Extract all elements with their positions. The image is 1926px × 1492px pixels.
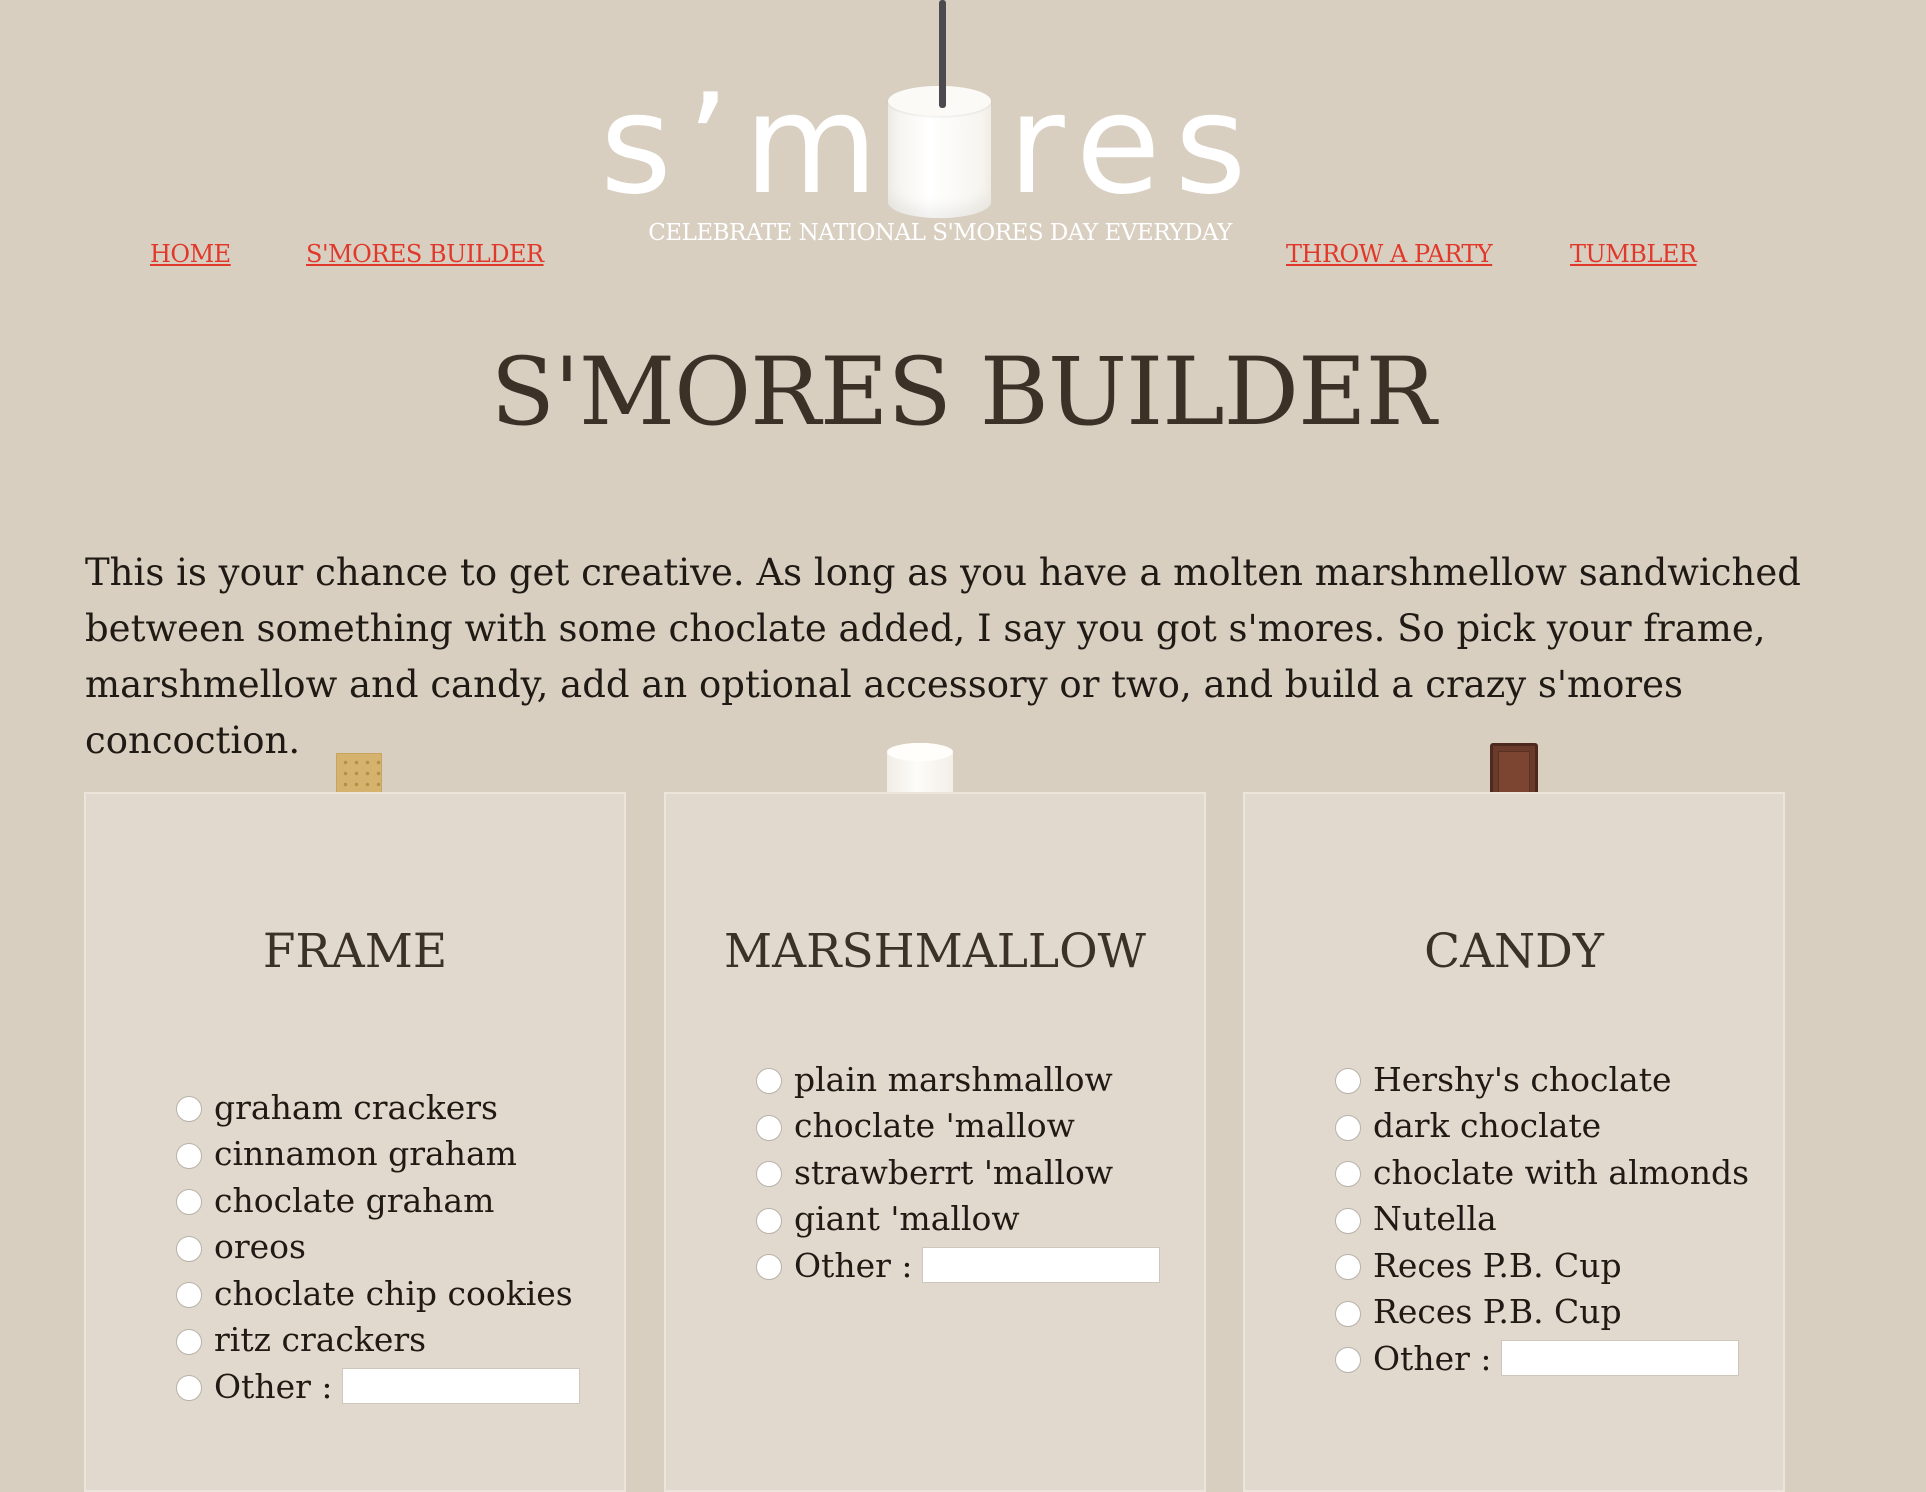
- radio-button[interactable]: [176, 1235, 202, 1262]
- radio-button[interactable]: [1335, 1114, 1361, 1141]
- marshmallow-option-label: giant 'mallow: [794, 1199, 1020, 1239]
- candy-option-label: Nutella: [1373, 1199, 1497, 1239]
- nav-link-home[interactable]: HOME: [150, 240, 231, 268]
- marshmallow-panel-title: MARSHMALLOW: [724, 924, 1146, 979]
- candy-panel-title: CANDY: [1424, 924, 1604, 979]
- frame-option-label: graham crackers: [214, 1087, 498, 1127]
- candy-option[interactable]: Nutella: [1335, 1196, 1749, 1243]
- radio-button[interactable]: [1335, 1254, 1361, 1281]
- marshmallow-option-label: choclate 'mallow: [794, 1106, 1075, 1146]
- candy-option[interactable]: Reces P.B. Cup: [1335, 1289, 1749, 1336]
- candy-options: Hershy's choclate dark choclate choclate…: [1335, 1056, 1749, 1382]
- frame-panel: FRAME graham crackers cinnamon graham ch…: [84, 792, 626, 1492]
- frame-option[interactable]: graham crackers: [176, 1084, 580, 1131]
- candy-option-label: Reces P.B. Cup: [1373, 1292, 1622, 1332]
- site-tagline: CELEBRATE NATIONAL S'MORES DAY EVERYDAY: [648, 220, 1232, 246]
- candy-other-label: Other :: [1373, 1338, 1492, 1378]
- radio-button[interactable]: [176, 1328, 202, 1355]
- radio-button[interactable]: [756, 1207, 782, 1234]
- frame-option-other[interactable]: Other :: [176, 1363, 581, 1410]
- marshmallow-option[interactable]: strawberrt 'mallow: [756, 1149, 1160, 1196]
- nav-link-smores-builder[interactable]: S'MORES BUILDER: [306, 240, 544, 268]
- page-title: S'MORES BUILDER: [490, 338, 1437, 447]
- radio-button[interactable]: [756, 1068, 782, 1095]
- logo-text-left: s’m: [600, 64, 893, 225]
- frame-option-label: choclate graham: [214, 1180, 495, 1220]
- frame-option[interactable]: ritz crackers: [176, 1317, 580, 1364]
- candy-option-label: Reces P.B. Cup: [1373, 1245, 1622, 1285]
- marshmallow-option[interactable]: plain marshmallow: [756, 1056, 1160, 1103]
- radio-button[interactable]: [1335, 1207, 1361, 1234]
- marshmallow-option[interactable]: giant 'mallow: [756, 1196, 1160, 1243]
- radio-button[interactable]: [176, 1189, 202, 1216]
- intro-paragraph: This is your chance to get creative. As …: [85, 551, 1801, 762]
- candy-other-input[interactable]: [1501, 1340, 1740, 1377]
- candy-option-label: choclate with almonds: [1373, 1152, 1750, 1192]
- frame-other-label: Other :: [214, 1366, 333, 1406]
- marshmallow-other-input[interactable]: [922, 1247, 1161, 1284]
- frame-other-input[interactable]: [342, 1368, 581, 1405]
- nav-link-throw-a-party[interactable]: THROW A PARTY: [1286, 240, 1493, 268]
- frame-option[interactable]: oreos: [176, 1224, 580, 1271]
- radio-button[interactable]: [1335, 1068, 1361, 1095]
- radio-button[interactable]: [1335, 1347, 1361, 1374]
- candy-panel: CANDY Hershy's choclate dark choclate ch…: [1243, 792, 1785, 1492]
- logo-string: [939, 0, 946, 108]
- radio-button[interactable]: [756, 1161, 782, 1188]
- frame-option-label: oreos: [214, 1227, 306, 1267]
- logo-text-right: res: [1008, 64, 1261, 225]
- radio-button[interactable]: [756, 1114, 782, 1141]
- frame-panel-title: FRAME: [262, 924, 448, 979]
- candy-option[interactable]: Hershy's choclate: [1335, 1056, 1749, 1103]
- marshmallow-panel: MARSHMALLOW plain marshmallow choclate '…: [664, 792, 1206, 1492]
- frame-option-label: ritz crackers: [214, 1320, 427, 1360]
- marshmallow-option-label: plain marshmallow: [794, 1059, 1113, 1099]
- candy-option-other[interactable]: Other :: [1335, 1335, 1749, 1382]
- marshmallow-options: plain marshmallow choclate 'mallow straw…: [756, 1056, 1161, 1289]
- marshmallow-other-label: Other :: [794, 1245, 913, 1285]
- radio-button[interactable]: [176, 1096, 202, 1123]
- frame-options: graham crackers cinnamon graham choclate…: [176, 1084, 581, 1410]
- radio-button[interactable]: [1335, 1300, 1361, 1327]
- marshmallow-option[interactable]: choclate 'mallow: [756, 1103, 1160, 1150]
- frame-option[interactable]: cinnamon graham: [176, 1131, 580, 1178]
- frame-option-label: cinnamon graham: [214, 1134, 517, 1174]
- candy-option[interactable]: dark choclate: [1335, 1103, 1749, 1150]
- frame-option[interactable]: choclate graham: [176, 1177, 580, 1224]
- frame-option[interactable]: choclate chip cookies: [176, 1270, 580, 1317]
- radio-button[interactable]: [176, 1142, 202, 1169]
- candy-option-label: dark choclate: [1373, 1106, 1602, 1146]
- marshmallow-option-other[interactable]: Other :: [756, 1242, 1161, 1289]
- radio-button[interactable]: [756, 1254, 782, 1281]
- candy-option-label: Hershy's choclate: [1373, 1059, 1672, 1099]
- radio-button[interactable]: [1335, 1161, 1361, 1188]
- nav-link-tumbler[interactable]: TUMBLER: [1570, 240, 1697, 268]
- radio-button[interactable]: [176, 1375, 202, 1402]
- marshmallow-option-label: strawberrt 'mallow: [794, 1152, 1114, 1192]
- radio-button[interactable]: [176, 1282, 202, 1309]
- candy-option[interactable]: choclate with almonds: [1335, 1149, 1749, 1196]
- frame-option-label: choclate chip cookies: [214, 1273, 573, 1313]
- candy-option[interactable]: Reces P.B. Cup: [1335, 1242, 1749, 1289]
